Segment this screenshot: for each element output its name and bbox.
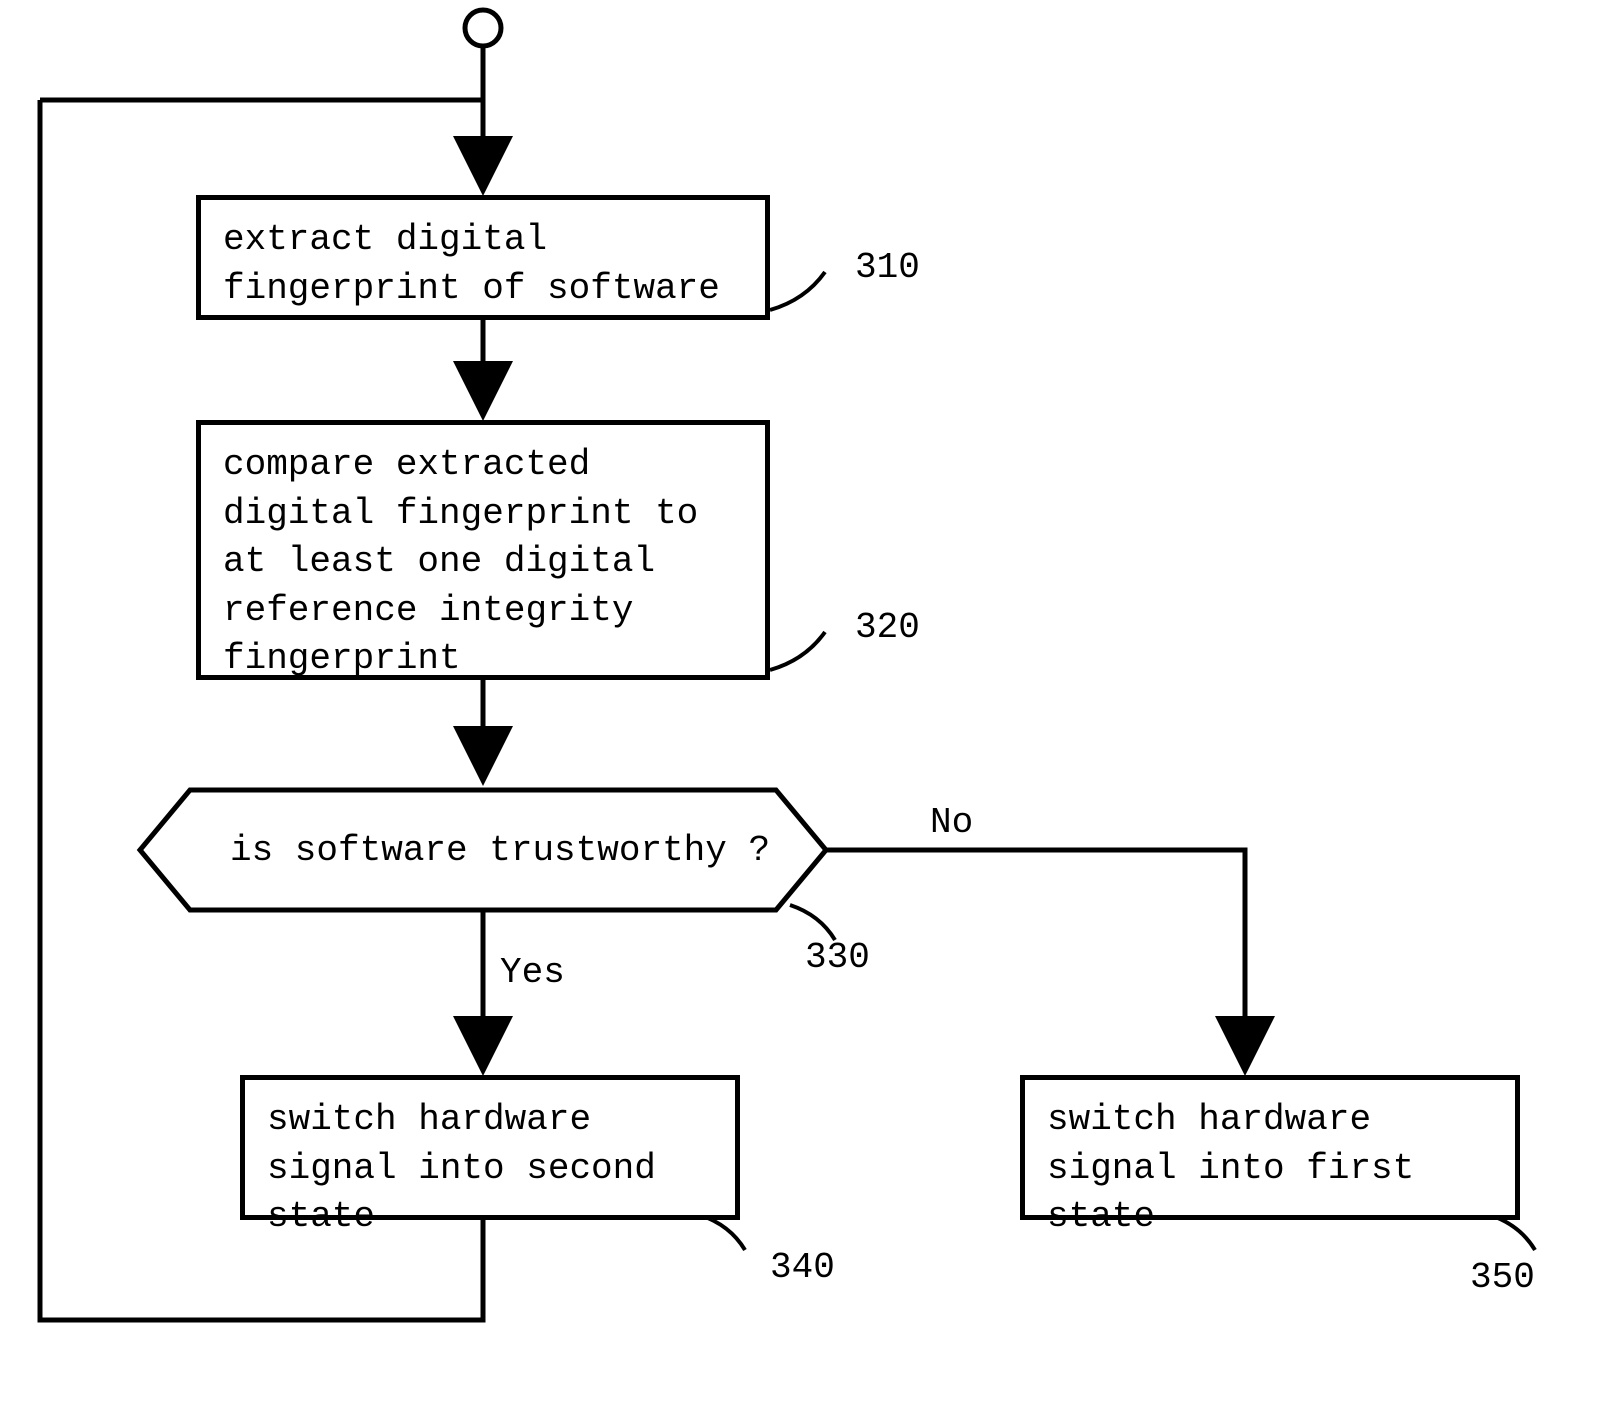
- process-350: switch hardware signal into first state: [1020, 1075, 1520, 1220]
- ref-340: 340: [770, 1250, 835, 1286]
- decision-330-text: is software trustworthy ?: [230, 830, 740, 871]
- edge-330-350-no: [826, 850, 1245, 1070]
- leader-350: [1490, 1215, 1535, 1250]
- leader-330: [790, 905, 835, 940]
- start-node: [465, 10, 501, 46]
- process-320-text: compare extracted digital fingerprint to…: [223, 444, 698, 679]
- process-310: extract digital fingerprint of software: [196, 195, 770, 320]
- process-340-text: switch hardware signal into second state: [267, 1099, 656, 1237]
- ref-350: 350: [1470, 1260, 1535, 1296]
- leader-310: [770, 272, 825, 310]
- edge-label-no: No: [930, 805, 973, 841]
- process-340: switch hardware signal into second state: [240, 1075, 740, 1220]
- process-310-text: extract digital fingerprint of software: [223, 219, 720, 309]
- process-350-text: switch hardware signal into first state: [1047, 1099, 1414, 1237]
- ref-320: 320: [855, 610, 920, 646]
- leader-320: [770, 632, 825, 670]
- edge-label-yes: Yes: [500, 955, 565, 991]
- ref-310: 310: [855, 250, 920, 286]
- process-320: compare extracted digital fingerprint to…: [196, 420, 770, 680]
- ref-330: 330: [805, 940, 870, 976]
- leader-340: [700, 1215, 745, 1250]
